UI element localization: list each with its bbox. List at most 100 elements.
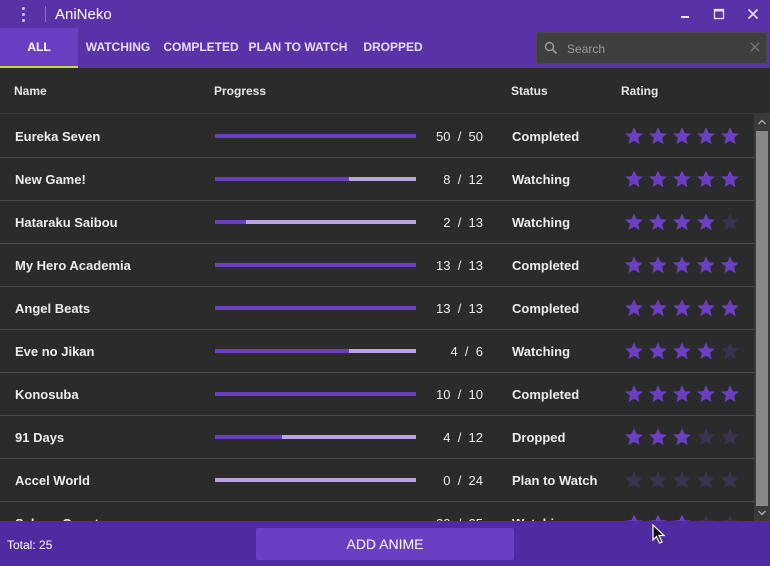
star-icon[interactable] <box>648 298 668 318</box>
progress-bar <box>215 177 416 181</box>
table-row[interactable]: Angel Beats 13 / 13 Completed <box>0 287 754 330</box>
star-icon[interactable] <box>648 169 668 189</box>
star-icon[interactable] <box>696 169 716 189</box>
vertical-scrollbar[interactable] <box>754 114 770 521</box>
star-icon[interactable] <box>672 341 692 361</box>
progress-separator: / <box>450 387 469 402</box>
table-row[interactable]: Accel World 0 / 24 Plan to Watch <box>0 459 754 502</box>
table-row[interactable]: Eureka Seven 50 / 50 Completed <box>0 115 754 158</box>
scroll-up-icon <box>758 119 766 125</box>
star-icon[interactable] <box>624 470 644 490</box>
star-icon[interactable] <box>624 298 644 318</box>
column-header-name[interactable]: Name <box>14 84 47 98</box>
scrollbar-thumb[interactable] <box>756 131 768 506</box>
maximize-button[interactable] <box>702 0 736 28</box>
search-input[interactable] <box>567 39 742 59</box>
star-icon[interactable] <box>720 298 740 318</box>
star-icon[interactable] <box>648 255 668 275</box>
table-row[interactable]: Eve no Jikan 4 / 6 Watching <box>0 330 754 373</box>
title-separator <box>45 6 46 22</box>
star-icon[interactable] <box>672 384 692 404</box>
add-anime-button[interactable]: ADD ANIME <box>256 528 514 560</box>
star-icon[interactable] <box>624 255 644 275</box>
table-row[interactable]: Hataraku Saibou 2 / 13 Watching <box>0 201 754 244</box>
status-label[interactable]: Completed <box>512 258 579 273</box>
star-icon[interactable] <box>720 169 740 189</box>
tab-plan-to-watch[interactable]: PLAN TO WATCH <box>246 28 350 68</box>
star-icon[interactable] <box>672 470 692 490</box>
star-icon[interactable] <box>648 341 668 361</box>
star-icon[interactable] <box>720 427 740 447</box>
star-icon[interactable] <box>720 341 740 361</box>
status-label[interactable]: Watching <box>512 172 570 187</box>
star-icon[interactable] <box>696 341 716 361</box>
star-icon[interactable] <box>672 126 692 146</box>
star-icon[interactable] <box>648 212 668 232</box>
star-icon[interactable] <box>624 126 644 146</box>
clear-icon[interactable] <box>750 42 760 52</box>
close-button[interactable] <box>736 0 770 28</box>
tab-watching[interactable]: WATCHING <box>78 28 158 68</box>
minimize-button[interactable] <box>668 0 702 28</box>
star-icon[interactable] <box>696 427 716 447</box>
status-label[interactable]: Completed <box>512 387 579 402</box>
status-label[interactable]: Dropped <box>512 430 565 445</box>
star-icon[interactable] <box>624 169 644 189</box>
episodes-total: 12 <box>468 172 483 187</box>
star-icon[interactable] <box>720 126 740 146</box>
minimize-icon <box>681 16 689 18</box>
column-header-progress[interactable]: Progress <box>214 84 266 98</box>
star-icon[interactable] <box>696 384 716 404</box>
column-header-status[interactable]: Status <box>511 84 548 98</box>
star-icon[interactable] <box>672 212 692 232</box>
star-icon[interactable] <box>672 427 692 447</box>
star-icon[interactable] <box>720 513 740 521</box>
star-icon[interactable] <box>720 470 740 490</box>
star-icon[interactable] <box>648 470 668 490</box>
star-icon[interactable] <box>696 212 716 232</box>
star-icon[interactable] <box>696 255 716 275</box>
star-icon[interactable] <box>624 341 644 361</box>
tab-completed[interactable]: COMPLETED <box>162 28 240 68</box>
star-icon[interactable] <box>696 126 716 146</box>
star-icon[interactable] <box>696 513 716 521</box>
tab-dropped[interactable]: DROPPED <box>356 28 430 68</box>
table-row[interactable]: Sakura Quest20 / 25Watching <box>0 502 754 521</box>
table-row[interactable]: 91 Days 4 / 12 Dropped <box>0 416 754 459</box>
star-icon[interactable] <box>624 513 644 521</box>
status-label[interactable]: Completed <box>512 301 579 316</box>
status-label[interactable]: Watching <box>512 215 570 230</box>
table-row[interactable]: New Game! 8 / 12 Watching <box>0 158 754 201</box>
status-label[interactable]: Plan to Watch <box>512 473 597 488</box>
star-icon[interactable] <box>696 470 716 490</box>
rating-stars <box>624 169 740 189</box>
table-row[interactable]: My Hero Academia 13 / 13 Completed <box>0 244 754 287</box>
star-icon[interactable] <box>720 255 740 275</box>
scroll-up-button[interactable] <box>754 115 770 129</box>
star-icon[interactable] <box>648 513 668 521</box>
progress-bar <box>215 435 416 439</box>
star-icon[interactable] <box>624 212 644 232</box>
star-icon[interactable] <box>672 298 692 318</box>
star-icon[interactable] <box>624 384 644 404</box>
menu-icon[interactable] <box>15 0 31 28</box>
scroll-down-button[interactable] <box>754 506 770 520</box>
rating-stars <box>624 126 740 146</box>
star-icon[interactable] <box>720 384 740 404</box>
star-icon[interactable] <box>672 255 692 275</box>
star-icon[interactable] <box>672 513 692 521</box>
progress-bar-fill <box>215 306 416 310</box>
tab-all[interactable]: ALL <box>0 28 78 68</box>
status-label[interactable]: Watching <box>512 344 570 359</box>
star-icon[interactable] <box>648 384 668 404</box>
star-icon[interactable] <box>648 427 668 447</box>
star-icon[interactable] <box>696 298 716 318</box>
progress-bar-fill <box>215 177 349 181</box>
table-row[interactable]: Konosuba 10 / 10 Completed <box>0 373 754 416</box>
star-icon[interactable] <box>624 427 644 447</box>
star-icon[interactable] <box>672 169 692 189</box>
star-icon[interactable] <box>720 212 740 232</box>
star-icon[interactable] <box>648 126 668 146</box>
status-label[interactable]: Completed <box>512 129 579 144</box>
column-header-rating[interactable]: Rating <box>621 84 658 98</box>
